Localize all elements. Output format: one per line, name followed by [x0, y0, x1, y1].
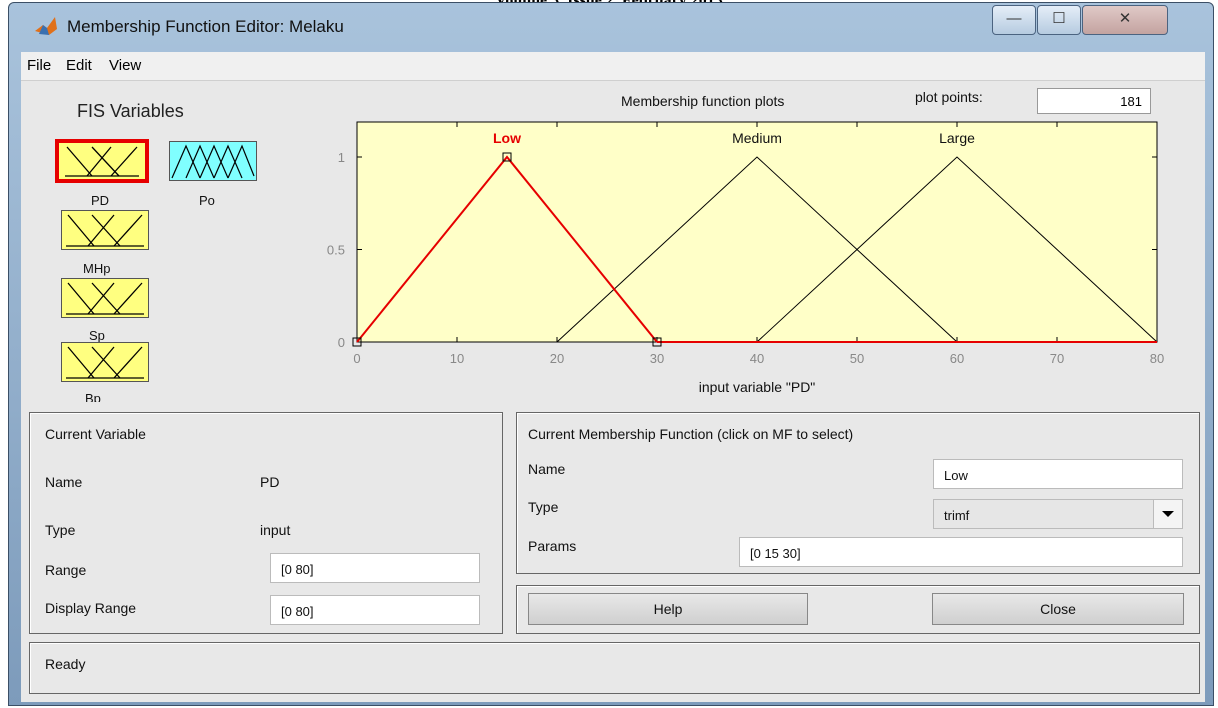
close-button[interactable]: Close [932, 593, 1184, 625]
display-range-input[interactable]: [0 80] [270, 595, 480, 625]
var-name-label: Name [45, 474, 83, 490]
current-variable-panel: Current Variable Name PD Type input Rang… [29, 412, 503, 634]
status-text: Ready [45, 656, 86, 672]
x-tick-label: 20 [550, 351, 564, 366]
current-mf-title: Current Membership Function (click on MF… [528, 426, 854, 442]
chevron-down-icon[interactable] [1153, 500, 1182, 528]
mf-name-label: Name [528, 461, 566, 477]
mf-params-label: Params [528, 538, 577, 554]
x-tick-label: 30 [650, 351, 664, 366]
mf-params-input[interactable]: [0 15 30] [739, 537, 1183, 567]
help-button[interactable]: Help [528, 593, 808, 625]
range-label: Range [45, 562, 87, 578]
mf-label-medium[interactable]: Medium [732, 130, 782, 146]
display-range-label: Display Range [45, 600, 137, 616]
mf-type-label: Type [528, 499, 559, 515]
x-tick-label: 50 [850, 351, 864, 366]
title-bar[interactable]: Membership Function Editor: Melaku — ☐ ✕ [9, 3, 1213, 47]
mf-plot[interactable]: 0 10 20 30 40 50 60 70 80 0 0.5 1 Medium Large Low in… [21, 52, 1205, 404]
var-type-label: Type [45, 522, 76, 538]
mf-editor-window: Membership Function Editor: Melaku — ☐ ✕… [8, 2, 1214, 706]
mf-name-input[interactable]: Low [933, 459, 1183, 489]
x-tick-label: 80 [1150, 351, 1164, 366]
maximize-button[interactable]: ☐ [1037, 5, 1081, 35]
x-tick-label: 60 [950, 351, 964, 366]
range-input[interactable]: [0 80] [270, 553, 480, 583]
buttons-panel: Help Close [516, 585, 1200, 634]
window-title: Membership Function Editor: Melaku [67, 17, 344, 36]
x-tick-label: 0 [353, 351, 360, 366]
close-window-button[interactable]: ✕ [1082, 5, 1168, 35]
x-axis-label: input variable "PD" [699, 379, 816, 395]
var-name-value: PD [260, 474, 280, 490]
current-mf-panel: Current Membership Function (click on MF… [516, 412, 1200, 574]
y-tick-label: 0.5 [327, 243, 345, 258]
mf-label-large[interactable]: Large [939, 130, 975, 146]
x-tick-label: 10 [450, 351, 464, 366]
plot-area[interactable] [356, 121, 1158, 343]
mf-type-value: trimf [944, 508, 970, 523]
status-panel: Ready [29, 642, 1200, 694]
client-area: File Edit View FIS Variables PD Po MHp S… [21, 52, 1205, 702]
var-type-value: input [260, 522, 291, 538]
x-tick-label: 40 [750, 351, 764, 366]
y-tick-label: 1 [338, 150, 345, 165]
minimize-button[interactable]: — [992, 5, 1036, 35]
x-tick-label: 70 [1050, 351, 1064, 366]
y-tick-label: 0 [338, 335, 345, 350]
mf-label-low[interactable]: Low [493, 130, 521, 146]
current-variable-title: Current Variable [45, 426, 146, 442]
matlab-icon [35, 17, 57, 35]
mf-type-dropdown[interactable]: trimf [933, 499, 1183, 529]
